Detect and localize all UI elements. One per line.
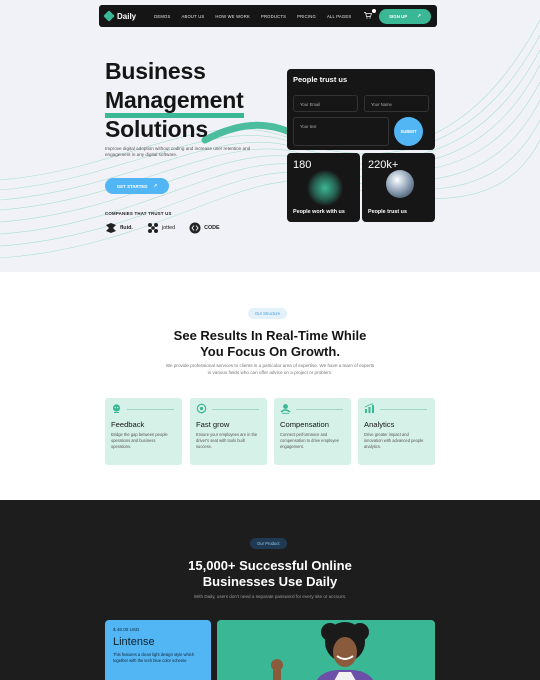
feature-description: Connect performance and compensation to … [280, 432, 339, 449]
structure-section: Our Structure See Results In Real-Time W… [0, 272, 540, 500]
fluid-logo-icon [106, 223, 116, 233]
structure-description: We provide professional services to clie… [165, 363, 375, 375]
nav-link-all-pages[interactable]: ALL PAGES [327, 14, 351, 19]
prism-graphic [386, 170, 414, 198]
growth-icon [196, 403, 207, 414]
feedback-icon [112, 404, 121, 413]
structure-title-line2: You Focus On Growth. [200, 344, 340, 359]
feature-title: Analytics [364, 420, 395, 429]
arrow-up-right-icon: ↗ [153, 183, 158, 188]
product-title: 15,000+ Successful Online Businesses Use… [0, 558, 540, 590]
brand-fluid-name: fluid. [120, 225, 133, 231]
feature-description: Drive greater impact and innovation with… [364, 432, 424, 449]
get-started-button[interactable]: GET STARTED ↗ [105, 178, 169, 194]
feature-description: Bridge the gap between people operations… [111, 432, 168, 449]
product-photo-card [217, 620, 435, 680]
feature-card-feedback[interactable]: Feedback Bridge the gap between people o… [105, 398, 182, 465]
compensation-icon [280, 404, 291, 414]
nav-link-demos[interactable]: DEMOS [154, 14, 170, 19]
brand-logos: fluid. jotted CODE [105, 222, 220, 234]
product-card-lintense[interactable]: $ 48.00 USD Lintense This features a cle… [105, 620, 211, 680]
structure-pill: Our Structure [248, 308, 288, 319]
product-title-line2: Businesses Use Daily [202, 574, 338, 589]
stat-number: 220k+ [368, 159, 399, 171]
stat-number: 180 [293, 159, 312, 171]
brand-jotted-name: jotted [161, 225, 176, 231]
feature-description: Ensure your employees are in the driver'… [196, 432, 258, 449]
code-logo-icon [189, 222, 201, 234]
nav-link-products[interactable]: PRODUCTS [261, 14, 286, 19]
hero-title-line1: Business [105, 58, 206, 84]
companies-trust-label: COMPANIES THAT TRUST US [105, 211, 172, 216]
nav-links: DEMOS ABOUT US HOW WE WORK PRODUCTS PRIC… [154, 14, 362, 19]
product-description: With Daily, users don't need a separate … [193, 594, 347, 599]
product-section: Our Product 15,000+ Successful Online Bu… [0, 500, 540, 680]
product-title-line1: 15,000+ Successful Online [188, 558, 352, 573]
feature-card-fast-grow[interactable]: Fast grow Ensure your employees are in t… [190, 398, 267, 465]
brand-logo[interactable]: Daily [103, 10, 137, 22]
feature-divider [380, 409, 427, 410]
top-navbar: Daily DEMOS ABOUT US HOW WE WORK PRODUCT… [99, 5, 437, 27]
feature-card-analytics[interactable]: Analytics Drive greater impact and innov… [358, 398, 435, 465]
hero-title-line2: Management [105, 87, 244, 118]
cart-icon[interactable] [364, 8, 377, 21]
form-title: People trust us [293, 75, 348, 84]
email-field[interactable]: Your Email [293, 95, 358, 112]
nav-link-about-us[interactable]: ABOUT US [181, 14, 204, 19]
cart-badge [372, 8, 377, 13]
feature-title: Compensation [280, 420, 329, 429]
stat-label: People trust us [368, 209, 407, 215]
feature-divider [212, 409, 259, 410]
hero-subtitle: Improve digital adoption without coding … [105, 146, 251, 158]
signup-label: SIGN UP [389, 13, 408, 19]
structure-title: See Results In Real-Time While You Focus… [0, 328, 540, 360]
analytics-icon [364, 403, 374, 413]
feature-card-compensation[interactable]: Compensation Connect performance and com… [274, 398, 351, 465]
hero-section: Daily DEMOS ABOUT US HOW WE WORK PRODUCT… [0, 0, 540, 272]
product-name: Lintense [113, 636, 155, 648]
product-price: $ 48.00 USD [113, 627, 140, 632]
arrow-up-right-icon: ↗ [417, 13, 421, 18]
nav-link-pricing[interactable]: PRICING [297, 14, 316, 19]
feature-title: Feedback [111, 420, 145, 429]
message-field[interactable]: Your text [293, 117, 389, 146]
stat-card-work: 180 People work with us [287, 153, 360, 222]
brand-jotted: jotted [147, 222, 175, 234]
jotted-logo-icon [147, 223, 158, 233]
brand-name: Daily [117, 11, 137, 21]
person-photo [271, 622, 374, 680]
logo-icon [103, 10, 115, 22]
hero-title: Business Management Solutions [105, 57, 244, 144]
feature-divider [127, 409, 174, 410]
contact-form-card: People trust us Your Email Your Name You… [287, 69, 435, 150]
stat-card-trust: 220k+ People trust us [362, 153, 435, 222]
green-glow-graphic [307, 170, 343, 206]
stat-label: People work with us [293, 209, 345, 215]
hero-title-line3: Solutions [105, 116, 208, 142]
hero-wave-lines [0, 19, 540, 259]
feature-title: Fast grow [196, 420, 230, 429]
product-card-description: This features a clean light design style… [113, 652, 195, 663]
brand-fluid: fluid. [105, 222, 133, 234]
signup-button[interactable]: SIGN UP ↗ [379, 8, 431, 24]
name-field[interactable]: Your Name [364, 95, 429, 112]
feature-divider [296, 409, 343, 410]
nav-link-how-we-work[interactable]: HOW WE WORK [215, 14, 250, 19]
structure-title-line1: See Results In Real-Time While [173, 328, 367, 343]
submit-button[interactable]: SUBMIT [394, 117, 423, 146]
brand-code-name: CODE [204, 225, 220, 231]
product-pill: Our Product [250, 538, 287, 549]
get-started-label: GET STARTED [116, 183, 148, 189]
brand-code: CODE [189, 222, 220, 234]
